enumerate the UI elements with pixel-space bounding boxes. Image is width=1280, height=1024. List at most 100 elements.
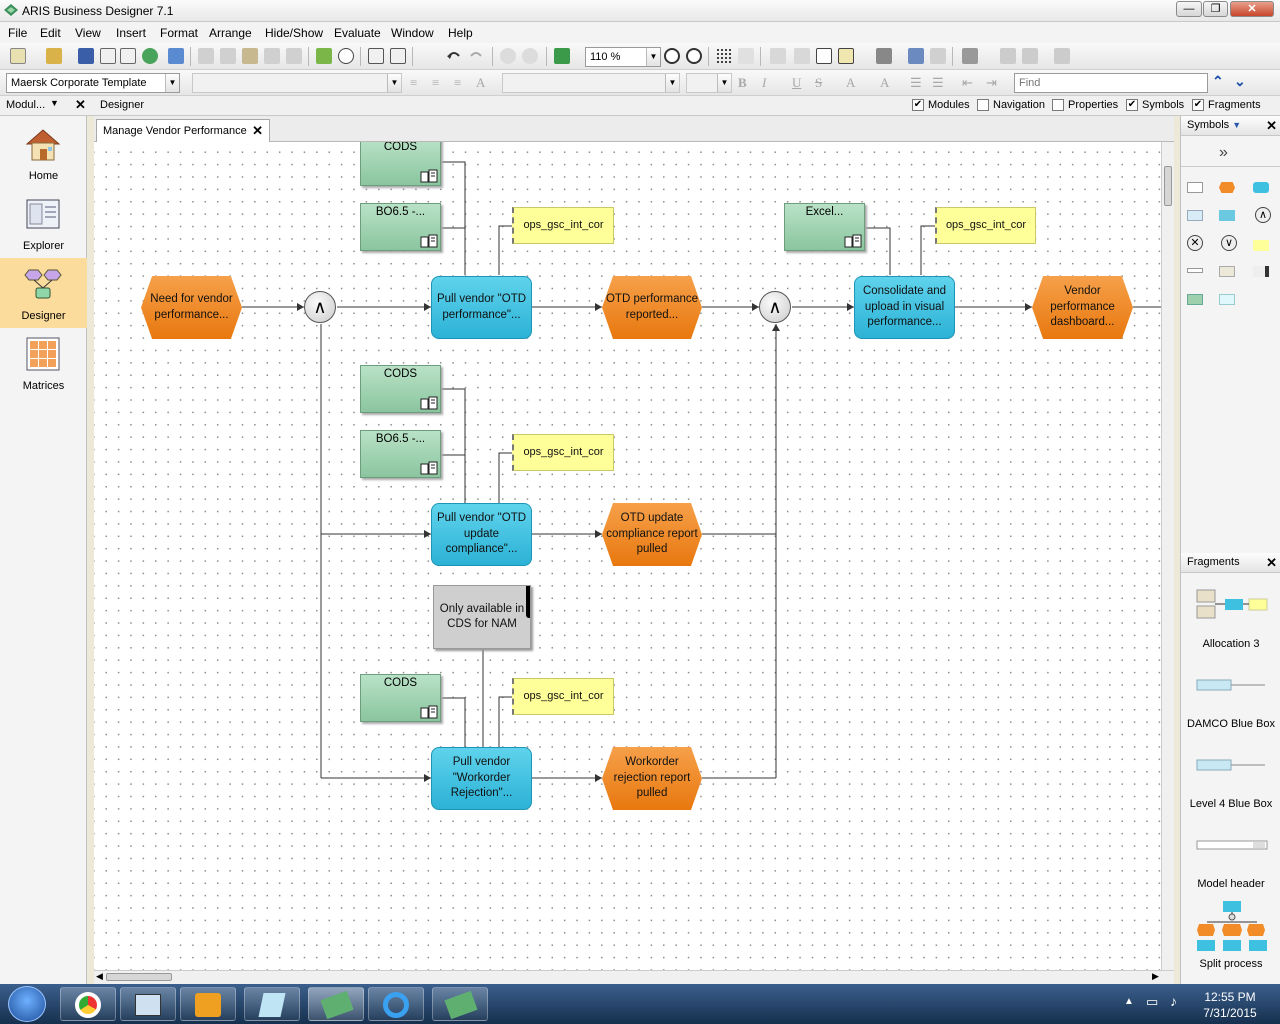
taskbar-aris-active[interactable]	[308, 987, 364, 1021]
menu-help[interactable]: Help	[448, 26, 473, 40]
redo-arrow-icon[interactable]	[468, 48, 484, 64]
symbol-event-icon[interactable]	[1219, 182, 1235, 193]
horizontal-scrollbar[interactable]: ◀ ▶	[94, 970, 1174, 984]
open-icon[interactable]	[46, 48, 62, 64]
properties-icon[interactable]	[168, 48, 184, 64]
redo-icon[interactable]	[390, 48, 406, 64]
module-explorer[interactable]: Explorer	[0, 188, 87, 258]
menu-insert[interactable]: Insert	[116, 26, 146, 40]
undo-icon[interactable]	[368, 48, 384, 64]
symbols-checkbox[interactable]: ✔	[1126, 99, 1138, 111]
taskbar-chrome[interactable]	[60, 987, 116, 1021]
numbered-list-icon[interactable]: ☰	[932, 75, 944, 91]
font-color-icon[interactable]: A	[846, 75, 855, 91]
event-otd-update-compliance-pulled[interactable]: OTD update compliance report pulled	[602, 503, 702, 566]
menu-evaluate[interactable]: Evaluate	[334, 26, 381, 40]
format-painter-icon[interactable]	[286, 48, 302, 64]
volume-icon[interactable]: ♪	[1170, 993, 1177, 1009]
note-only-available-cds-nam[interactable]: Only available in CDS for NAM	[433, 585, 531, 649]
close-button[interactable]: ✕	[1230, 1, 1274, 17]
modules-panel-label[interactable]: Modul...	[6, 99, 45, 111]
chevron-down-icon[interactable]: ▼	[165, 74, 179, 92]
role-ops-gsc-4[interactable]: ops_gsc_int_cor	[512, 678, 614, 715]
event-workorder-rejection-pulled[interactable]: Workorder rejection report pulled	[602, 747, 702, 810]
chevron-down-icon[interactable]: ▼	[665, 74, 679, 92]
grid-icon[interactable]	[716, 48, 732, 64]
close-icon[interactable]: ✕	[252, 123, 263, 139]
symbol-function-icon[interactable]	[1253, 182, 1269, 193]
align-left-icon[interactable]: ≡	[410, 75, 417, 91]
symbol-lane-icon[interactable]	[1187, 268, 1203, 273]
align-center-icon[interactable]: ≡	[432, 75, 439, 91]
distribute-icon[interactable]	[1000, 48, 1016, 64]
event-otd-performance-reported[interactable]: OTD performance reported...	[602, 276, 702, 339]
symbol-role-icon[interactable]	[1253, 240, 1269, 251]
navigation-checkbox[interactable]	[977, 99, 989, 111]
fragment-model-header[interactable]: Model header	[1181, 878, 1280, 890]
chevron-down-icon[interactable]: ▼	[646, 48, 660, 66]
layout-icon[interactable]	[1022, 48, 1038, 64]
properties-checkbox[interactable]	[1052, 99, 1064, 111]
menu-view[interactable]: View	[75, 26, 101, 40]
fragment-level-4-blue-box[interactable]: Level 4 Blue Box	[1181, 798, 1280, 810]
symbol-structure-icon[interactable]	[1187, 182, 1203, 193]
system-cods-2[interactable]: CODS	[360, 365, 441, 413]
symbol-info-carrier-icon[interactable]	[1187, 210, 1203, 221]
system-cods-1[interactable]: CODS	[360, 142, 441, 186]
function-consolidate-upload[interactable]: Consolidate and upload in visual perform…	[854, 276, 955, 339]
symbol-text-box-icon[interactable]	[1219, 294, 1235, 305]
menu-arrange[interactable]: Arrange	[209, 26, 252, 40]
function-pull-otd-performance[interactable]: Pull vendor "OTD performance"...	[431, 276, 532, 339]
save-icon[interactable]	[78, 48, 94, 64]
taskbar-notepad[interactable]	[244, 987, 300, 1021]
menu-edit[interactable]: Edit	[40, 26, 61, 40]
minimize-button[interactable]: —	[1176, 1, 1202, 17]
taskbar-outlook[interactable]	[180, 987, 236, 1021]
module-matrices[interactable]: Matrices	[0, 328, 87, 398]
text-format-icon[interactable]: A	[880, 75, 889, 91]
template-combo[interactable]: Maersk Corporate Template ▼	[6, 73, 180, 93]
strikethrough-icon[interactable]: S	[815, 75, 822, 91]
new-model-icon[interactable]	[10, 48, 26, 64]
symbol-system-icon[interactable]	[1187, 294, 1203, 305]
delete-icon[interactable]	[264, 48, 280, 64]
navigate-up-icon[interactable]	[554, 48, 570, 64]
system-cods-3[interactable]: CODS	[360, 674, 441, 722]
close-icon[interactable]: ✕	[1266, 118, 1277, 134]
vertical-scrollbar[interactable]	[1161, 142, 1174, 972]
symbol-icon[interactable]	[770, 48, 786, 64]
zoom-combo[interactable]: 110 % ▼	[585, 47, 661, 67]
xor-operator-icon[interactable]: ✕	[1187, 235, 1203, 251]
role-ops-gsc-2[interactable]: ops_gsc_int_cor	[935, 207, 1036, 244]
outdent-icon[interactable]: ⇤	[962, 75, 973, 91]
chevron-down-icon[interactable]: ▼	[387, 74, 401, 92]
snap-icon[interactable]	[738, 48, 754, 64]
fragments-checkbox[interactable]: ✔	[1192, 99, 1204, 111]
style-combo[interactable]: ▼	[502, 73, 680, 93]
event-vendor-performance-dashboard[interactable]: Vendor performance dashboard...	[1032, 276, 1133, 339]
tray-expand-icon[interactable]: ▲	[1124, 996, 1134, 1007]
connection-icon[interactable]	[794, 48, 810, 64]
maximize-button[interactable]: ❐	[1203, 1, 1228, 17]
role-ops-gsc-1[interactable]: ops_gsc_int_cor	[512, 207, 614, 244]
module-designer[interactable]: Designer	[0, 258, 87, 328]
system-bo65-2[interactable]: BO6.5 -...	[360, 430, 441, 478]
chevron-down-icon[interactable]: ▼	[50, 98, 59, 108]
fragment-split-process[interactable]: Split process	[1181, 958, 1280, 970]
menu-file[interactable]: File	[8, 26, 27, 40]
zoom-in-icon[interactable]	[664, 48, 680, 64]
symbol-document-icon[interactable]	[1219, 266, 1235, 277]
shape-icon[interactable]	[838, 48, 854, 64]
system-clock[interactable]: 12:55 PM 7/31/2015	[1198, 989, 1262, 1021]
print-icon[interactable]	[120, 48, 136, 64]
role-ops-gsc-3[interactable]: ops_gsc_int_cor	[512, 434, 614, 471]
fragment-damco-blue-box[interactable]: DAMCO Blue Box	[1181, 718, 1280, 730]
modules-checkbox[interactable]: ✔	[912, 99, 924, 111]
back-icon[interactable]	[500, 48, 516, 64]
model-canvas[interactable]: Need for vendor performance... ∧ CODS BO…	[94, 142, 1161, 970]
taskbar-aris-2[interactable]	[432, 987, 488, 1021]
symbol-org-unit-icon[interactable]	[1219, 210, 1235, 221]
fragment-allocation-3[interactable]: Allocation 3	[1181, 638, 1280, 650]
find-previous-icon[interactable]: ⌃	[1212, 73, 1224, 90]
scroll-thumb[interactable]	[106, 973, 172, 981]
